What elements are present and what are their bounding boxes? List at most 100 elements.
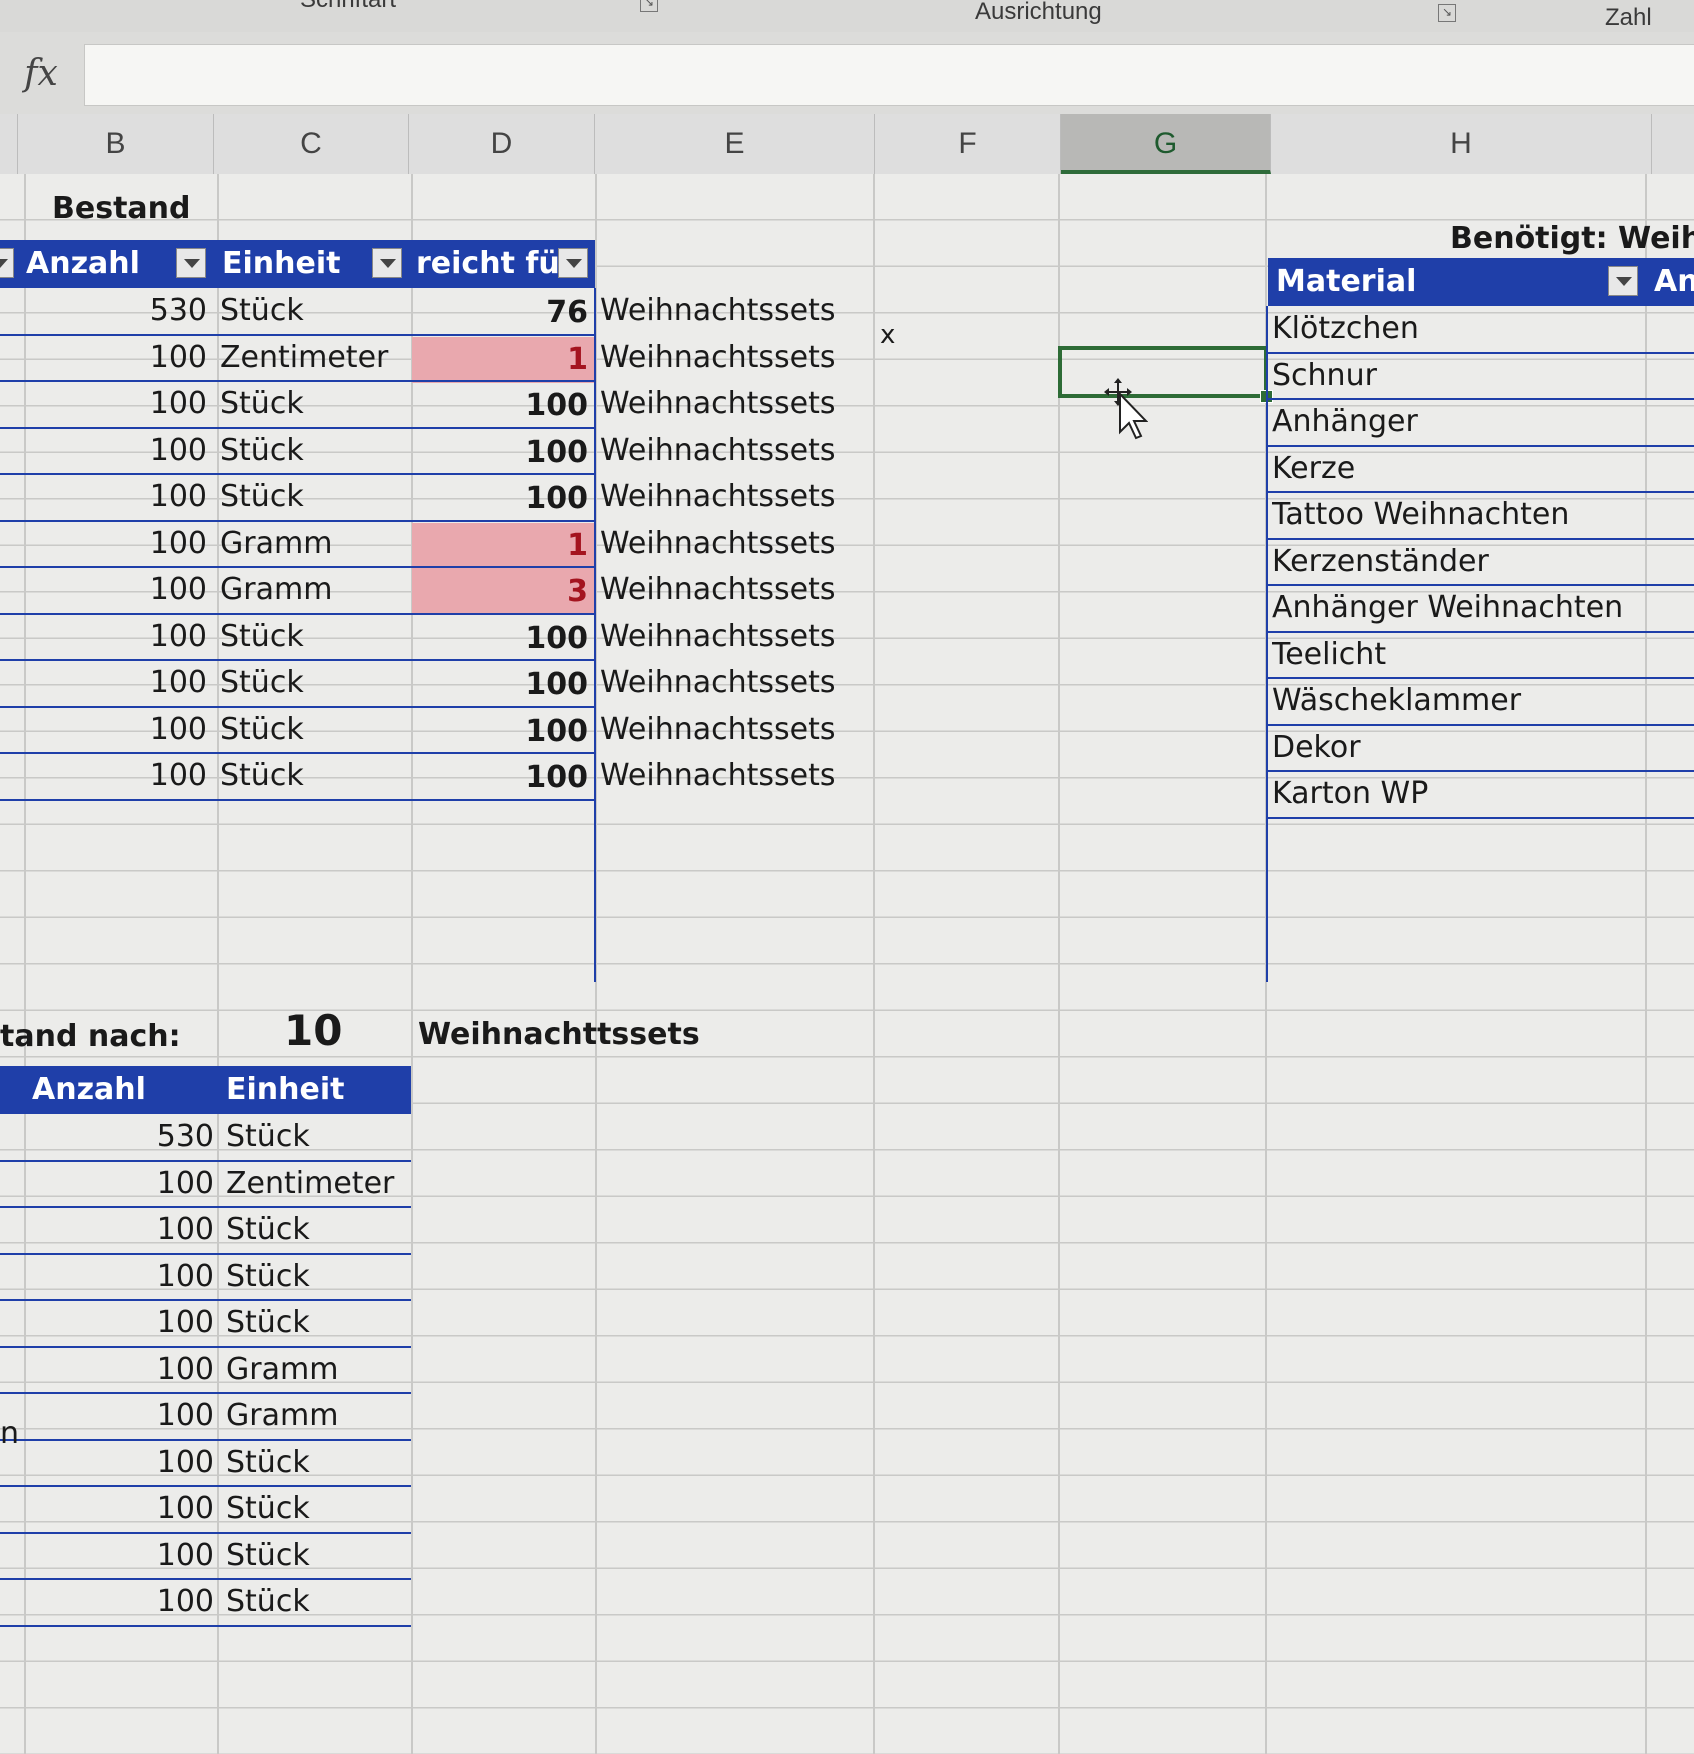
anzahl-cell[interactable]: 100 <box>20 614 213 660</box>
einheit-cell[interactable]: Gramm <box>220 567 410 613</box>
filter-dropdown-icon[interactable] <box>176 248 206 278</box>
sets-label-cell[interactable]: Weihnachtssets <box>600 707 870 753</box>
column-header-g[interactable]: G <box>1061 114 1271 174</box>
anzahl-cell[interactable]: 530 <box>20 1114 220 1160</box>
column-header-b[interactable]: B <box>18 114 214 174</box>
einheit-cell[interactable]: Stück <box>220 288 410 334</box>
column-header-e[interactable]: E <box>595 114 875 174</box>
filter-dropdown-icon[interactable] <box>372 248 402 278</box>
anzahl-cell[interactable]: 100 <box>20 381 213 427</box>
reicht-fuer-cell[interactable]: 100 <box>412 476 594 522</box>
einheit-cell[interactable]: Stück <box>226 1300 411 1346</box>
anzahl-cell[interactable]: 100 <box>20 567 213 613</box>
anzahl-cell[interactable]: 100 <box>20 521 213 567</box>
dialog-launcher-icon[interactable]: ↘ <box>640 0 658 12</box>
anzahl-cell[interactable]: 100 <box>20 1207 220 1253</box>
column-header-i[interactable] <box>1652 114 1694 174</box>
material-cell[interactable]: Schnur <box>1272 353 1644 399</box>
column-header-f[interactable]: F <box>875 114 1061 174</box>
anzahl-cell[interactable]: 100 <box>20 1161 220 1207</box>
filter-dropdown-icon[interactable] <box>558 248 588 278</box>
einheit-cell[interactable]: Stück <box>220 753 410 799</box>
einheit-cell[interactable]: Stück <box>220 474 410 520</box>
reicht-fuer-cell[interactable]: 100 <box>412 709 594 755</box>
einheit-cell[interactable]: Gramm <box>226 1393 411 1439</box>
sets-label-cell[interactable]: Weihnachtssets <box>600 660 870 706</box>
anzahl-cell[interactable]: 100 <box>20 428 213 474</box>
insert-function-icon[interactable]: fx <box>10 46 72 104</box>
marker-x[interactable]: x <box>880 312 920 358</box>
sets-label-cell[interactable]: Weihnachtssets <box>600 521 870 567</box>
einheit-cell[interactable]: Stück <box>220 381 410 427</box>
column-header-c[interactable]: C <box>214 114 409 174</box>
material-cell[interactable]: Dekor <box>1272 725 1644 771</box>
sets-label-cell[interactable]: Weihnachtssets <box>600 474 870 520</box>
dialog-launcher-icon[interactable]: ↘ <box>1438 4 1456 22</box>
worksheet-grid[interactable]: Bestand Anzahl Einheit reicht für 530 Stü… <box>0 174 1694 1754</box>
anzahl-cell[interactable]: 100 <box>20 335 213 381</box>
anzahl-cell[interactable]: 100 <box>20 1254 220 1300</box>
einheit-cell[interactable]: Stück <box>226 1207 411 1253</box>
set-count-input[interactable]: 10 <box>284 1008 364 1054</box>
anzahl-cell[interactable]: 100 <box>20 753 213 799</box>
sets-label-cell[interactable]: Weihnachtssets <box>600 381 870 427</box>
einheit-cell[interactable]: Stück <box>226 1533 411 1579</box>
column-header-a[interactable] <box>0 114 18 174</box>
einheit-cell[interactable]: Gramm <box>220 521 410 567</box>
material-cell[interactable]: Anhänger Weihnachten <box>1272 585 1644 631</box>
einheit-cell[interactable]: Stück <box>226 1579 411 1625</box>
anzahl-cell[interactable]: 100 <box>20 660 213 706</box>
anzahl-cell[interactable]: 100 <box>20 1533 220 1579</box>
material-cell[interactable]: Teelicht <box>1272 632 1644 678</box>
material-cell[interactable]: Klötzchen <box>1272 306 1644 352</box>
reicht-fuer-cell[interactable]: 100 <box>412 383 594 429</box>
sets-label-cell[interactable]: Weihnachtssets <box>600 567 870 613</box>
material-cell[interactable]: Tattoo Weihnachten <box>1272 492 1644 538</box>
filter-dropdown-icon[interactable] <box>1608 266 1638 296</box>
sets-label-cell[interactable]: Weihnachtssets <box>600 288 870 334</box>
einheit-cell[interactable]: Stück <box>226 1440 411 1486</box>
einheit-cell[interactable]: Stück <box>220 614 410 660</box>
anzahl-cell[interactable]: 100 <box>20 1579 220 1625</box>
einheit-cell[interactable]: Stück <box>220 707 410 753</box>
sets-label-cell[interactable]: Weihnachtssets <box>600 614 870 660</box>
einheit-cell[interactable]: Zentimeter <box>226 1161 411 1207</box>
material-cell[interactable]: Anhänger <box>1272 399 1644 445</box>
anzahl-cell[interactable]: 530 <box>20 288 213 334</box>
sets-label-cell[interactable]: Weihnachtssets <box>600 428 870 474</box>
sets-label-cell[interactable]: Weihnachtssets <box>600 753 870 799</box>
reicht-fuer-cell[interactable]: 100 <box>412 662 594 708</box>
anzahl-cell[interactable]: 100 <box>20 1300 220 1346</box>
formula-input[interactable] <box>84 44 1694 106</box>
einheit-cell[interactable]: Stück <box>226 1254 411 1300</box>
selected-cell[interactable] <box>1058 346 1268 398</box>
sets-label-cell[interactable]: Weihnachtssets <box>600 335 870 381</box>
reicht-fuer-cell[interactable]: 1 <box>412 336 594 383</box>
material-cell[interactable]: Kerze <box>1272 446 1644 492</box>
anzahl-cell[interactable]: 100 <box>20 1486 220 1532</box>
column-header-d[interactable]: D <box>409 114 595 174</box>
einheit-cell[interactable]: Stück <box>220 660 410 706</box>
anzahl-cell[interactable]: 100 <box>20 1347 220 1393</box>
ribbon-group-number: Zahl <box>1605 4 1652 31</box>
column-header-h[interactable]: H <box>1271 114 1652 174</box>
einheit-cell[interactable]: Stück <box>226 1114 411 1160</box>
anzahl-cell[interactable]: 100 <box>20 707 213 753</box>
anzahl-cell[interactable]: 100 <box>20 1393 220 1439</box>
material-cell[interactable]: Karton WP <box>1272 771 1644 817</box>
einheit-cell[interactable]: Gramm <box>226 1347 411 1393</box>
anzahl-cell[interactable]: 100 <box>20 474 213 520</box>
reicht-fuer-cell[interactable]: 3 <box>412 569 594 615</box>
reicht-fuer-cell[interactable]: 76 <box>412 290 594 336</box>
filter-dropdown-icon[interactable] <box>0 248 14 278</box>
reicht-fuer-cell[interactable]: 100 <box>412 430 594 476</box>
material-cell[interactable]: Wäscheklammer <box>1272 678 1644 724</box>
einheit-cell[interactable]: Zentimeter <box>220 335 410 381</box>
material-cell[interactable]: Kerzenständer <box>1272 539 1644 585</box>
reicht-fuer-cell[interactable]: 100 <box>412 755 594 801</box>
reicht-fuer-cell[interactable]: 100 <box>412 616 594 662</box>
reicht-fuer-cell[interactable]: 1 <box>412 522 594 569</box>
anzahl-cell[interactable]: 100 <box>20 1440 220 1486</box>
einheit-cell[interactable]: Stück <box>226 1486 411 1532</box>
einheit-cell[interactable]: Stück <box>220 428 410 474</box>
